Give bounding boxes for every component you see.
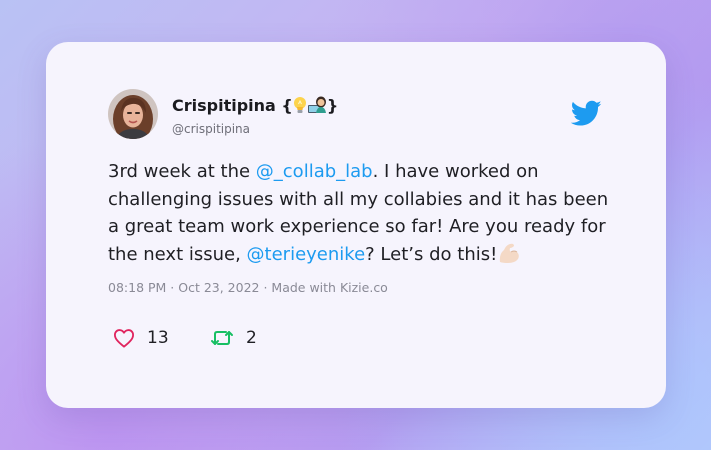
heart-icon: [113, 328, 135, 348]
woman-technologist-emoji: [307, 96, 327, 118]
tweet-meta: 08:18 PM · Oct 23, 2022 · Made with Kizi…: [108, 280, 388, 295]
twitter-bird-icon[interactable]: [570, 100, 602, 127]
light-bulb-emoji: [293, 96, 307, 118]
retweet-icon: [210, 328, 234, 348]
display-name[interactable]: Crispitipina { }: [172, 96, 338, 118]
name-brace-close: }: [326, 96, 339, 115]
tweet-text-part-3: ? Let’s do this!: [365, 243, 498, 265]
flexed-biceps-emoji: [497, 242, 521, 273]
tweet-card: Crispitipina { } @crispitipina 3rd week …: [46, 42, 666, 408]
tweet-text: 3rd week at the @_collab_lab. I have wor…: [108, 158, 618, 272]
like-count: 13: [147, 328, 169, 348]
tweet-text-part-1: 3rd week at the: [108, 161, 256, 182]
avatar[interactable]: [108, 89, 158, 139]
display-name-text: Crispitipina: [172, 96, 276, 115]
mention-link-collab-lab[interactable]: @_collab_lab: [256, 161, 373, 182]
name-brace-open: {: [281, 96, 293, 115]
like-button[interactable]: 13: [113, 326, 169, 350]
retweet-count: 2: [246, 328, 257, 348]
username[interactable]: @crispitipina: [172, 122, 250, 136]
mention-link-terieyenike[interactable]: @terieyenike: [247, 244, 366, 265]
retweet-button[interactable]: 2: [210, 326, 257, 350]
